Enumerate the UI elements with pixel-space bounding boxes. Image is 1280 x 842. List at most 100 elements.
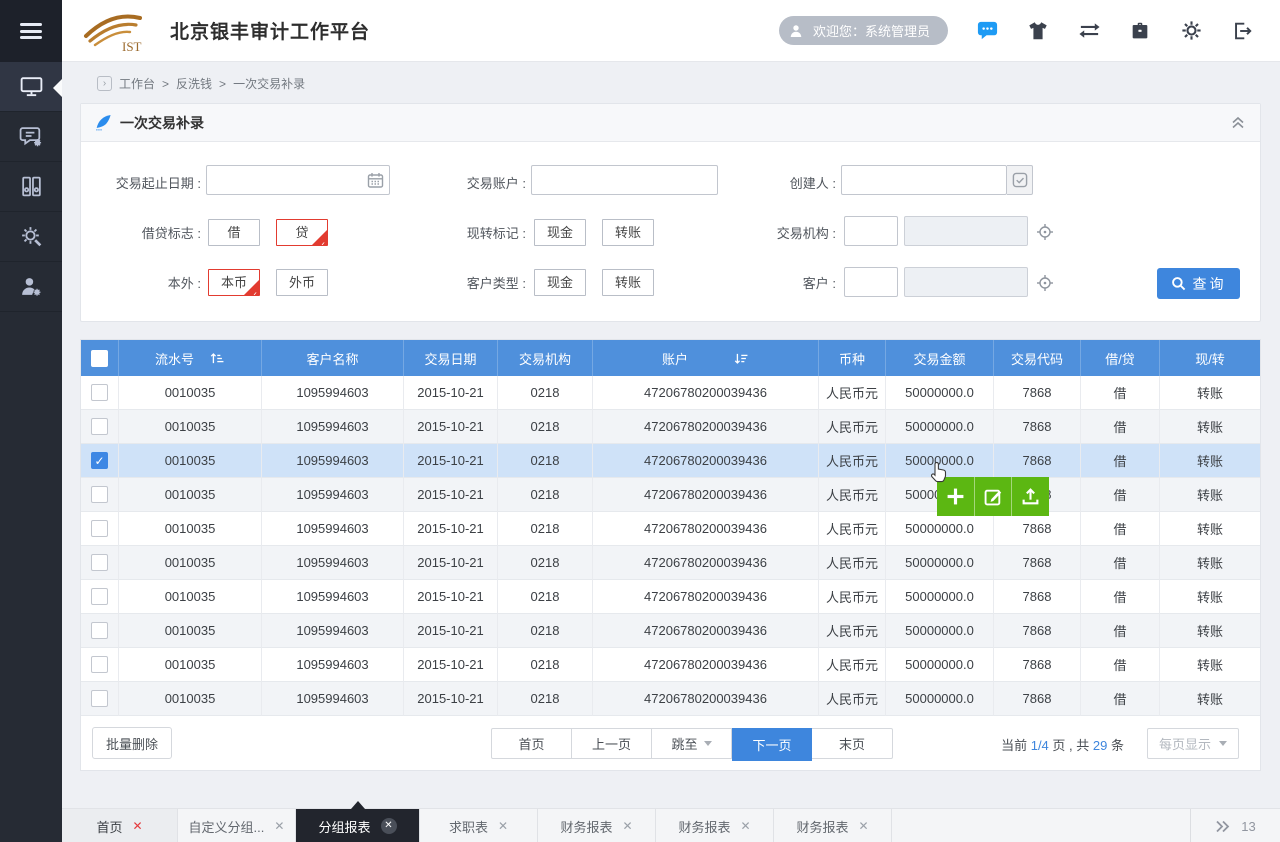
row-checkbox[interactable] [91, 384, 108, 401]
sidebar-item-message-settings[interactable] [0, 112, 62, 162]
row-checkbox[interactable] [91, 622, 108, 639]
row-checkbox[interactable] [91, 554, 108, 571]
first-page-button[interactable]: 首页 [492, 729, 572, 758]
column-header-7[interactable]: 交易金额 [886, 340, 994, 376]
prev-page-button[interactable]: 上一页 [572, 729, 652, 758]
sidebar-item-user-admin[interactable] [0, 262, 62, 312]
tab-1[interactable]: 首页✕ [62, 809, 178, 842]
row-checkbox[interactable] [91, 690, 108, 707]
search-button[interactable]: 查询 [1157, 268, 1240, 299]
column-header-9[interactable]: 借/贷 [1081, 340, 1160, 376]
settings-button[interactable] [1179, 19, 1203, 43]
collapse-panel-button[interactable] [1230, 115, 1246, 130]
date-range-input[interactable] [206, 165, 390, 195]
tab-7[interactable]: 财务报表✕ [774, 809, 892, 842]
row-checkbox[interactable] [91, 486, 108, 503]
toggle-option-贷[interactable]: 贷 [276, 219, 328, 246]
creator-picker-button[interactable] [1007, 165, 1033, 195]
column-header-8[interactable]: 交易代码 [994, 340, 1081, 376]
toggle-option-外币[interactable]: 外币 [276, 269, 328, 296]
tab-close-icon[interactable]: ✕ [381, 818, 397, 834]
messages-button[interactable] [975, 19, 999, 43]
chevron-double-up-icon [1230, 115, 1246, 130]
workbox-button[interactable] [1128, 19, 1152, 43]
row-checkbox[interactable] [91, 520, 108, 537]
tab-2[interactable]: 自定义分组...✕ [178, 809, 296, 842]
table-row[interactable]: 001003510959946032015-10-210218472067802… [81, 410, 1260, 444]
tab-close-icon[interactable]: ✕ [132, 820, 142, 832]
customer-locate-button[interactable] [1036, 274, 1054, 295]
page-size-select[interactable]: 每页显示 [1147, 728, 1239, 759]
table-cell: 借 [1081, 512, 1160, 546]
sidebar-item-archives[interactable] [0, 162, 62, 212]
jump-to-button[interactable]: 跳至 [652, 729, 732, 758]
toggle-option-转账[interactable]: 转账 [602, 219, 654, 246]
table-cell: 7868 [994, 410, 1081, 444]
chat-bubble-icon [976, 19, 999, 42]
user-welcome-pill[interactable]: 欢迎您：系统管理员 [779, 16, 948, 45]
creator-input[interactable] [841, 165, 1007, 195]
tab-close-icon[interactable]: ✕ [740, 820, 750, 832]
column-header-2[interactable]: 客户名称 [262, 340, 404, 376]
toggle-option-本币[interactable]: 本币 [208, 269, 260, 296]
table-row[interactable]: 001003510959946032015-10-210218472067802… [81, 682, 1260, 716]
table-row[interactable]: 001003510959946032015-10-210218472067802… [81, 376, 1260, 410]
trade-org-code-input[interactable] [844, 216, 898, 246]
column-header-10[interactable]: 现/转 [1160, 340, 1260, 376]
column-header-5[interactable]: 账户 [593, 340, 819, 376]
breadcrumb-item[interactable]: 反洗钱 [176, 75, 212, 92]
tab-6[interactable]: 财务报表✕ [656, 809, 774, 842]
trade-org-locate-button[interactable] [1036, 223, 1054, 244]
tabs-overflow-button[interactable]: 13 [1190, 809, 1280, 842]
add-button[interactable] [937, 477, 974, 516]
sidebar-item-system-tools[interactable] [0, 212, 62, 262]
table-row[interactable]: ✓001003510959946032015-10-21021847206780… [81, 444, 1260, 478]
table-row[interactable]: 001003510959946032015-10-210218472067802… [81, 478, 1260, 512]
menu-toggle-button[interactable] [0, 0, 62, 62]
row-checkbox[interactable] [91, 656, 108, 673]
table-row[interactable]: 001003510959946032015-10-210218472067802… [81, 614, 1260, 648]
column-header-1[interactable]: 流水号 [119, 340, 262, 376]
tab-close-icon[interactable]: ✕ [274, 820, 284, 832]
upload-button[interactable] [1011, 477, 1049, 516]
table-cell: 人民币元 [819, 444, 886, 478]
column-header-6[interactable]: 币种 [819, 340, 886, 376]
trade-account-input[interactable] [531, 165, 718, 195]
breadcrumb-item[interactable]: 一次交易补录 [233, 75, 305, 92]
row-checkbox[interactable]: ✓ [91, 452, 108, 469]
data-table-panel: 流水号客户名称交易日期交易机构账户币种交易金额交易代码借/贷现/转 001003… [80, 339, 1261, 771]
logout-button[interactable] [1230, 19, 1254, 43]
breadcrumb-item[interactable]: 工作台 [119, 75, 155, 92]
next-page-button[interactable]: 下一页 [732, 728, 812, 761]
toggle-option-转账[interactable]: 转账 [602, 269, 654, 296]
column-header-3[interactable]: 交易日期 [404, 340, 498, 376]
toggle-option-现金[interactable]: 现金 [534, 269, 586, 296]
table-row[interactable]: 001003510959946032015-10-210218472067802… [81, 512, 1260, 546]
table-cell: 人民币元 [819, 478, 886, 512]
toggle-option-现金[interactable]: 现金 [534, 219, 586, 246]
tab-5[interactable]: 财务报表✕ [538, 809, 656, 842]
tab-close-icon[interactable]: ✕ [622, 820, 632, 832]
row-checkbox[interactable] [91, 588, 108, 605]
tab-3[interactable]: 分组报表✕ [296, 809, 420, 842]
table-cell: 7868 [994, 512, 1081, 546]
column-header-4[interactable]: 交易机构 [498, 340, 593, 376]
tab-4[interactable]: 求职表✕ [420, 809, 538, 842]
row-checkbox[interactable] [91, 418, 108, 435]
edit-button[interactable] [974, 477, 1012, 516]
switch-button[interactable] [1077, 19, 1101, 43]
crosshair-icon [1036, 223, 1054, 241]
toggle-option-借[interactable]: 借 [208, 219, 260, 246]
batch-delete-button[interactable]: 批量删除 [92, 727, 172, 759]
table-row[interactable]: 001003510959946032015-10-210218472067802… [81, 648, 1260, 682]
tab-close-icon[interactable]: ✕ [858, 820, 868, 832]
table-cell: 0010035 [119, 614, 262, 648]
tab-close-icon[interactable]: ✕ [498, 820, 508, 832]
select-all-checkbox[interactable] [91, 350, 108, 367]
table-row[interactable]: 001003510959946032015-10-210218472067802… [81, 546, 1260, 580]
table-row[interactable]: 001003510959946032015-10-210218472067802… [81, 580, 1260, 614]
theme-button[interactable] [1026, 19, 1050, 43]
table-cell: 转账 [1160, 546, 1260, 580]
customer-code-input[interactable] [844, 267, 898, 297]
last-page-button[interactable]: 末页 [812, 729, 892, 758]
